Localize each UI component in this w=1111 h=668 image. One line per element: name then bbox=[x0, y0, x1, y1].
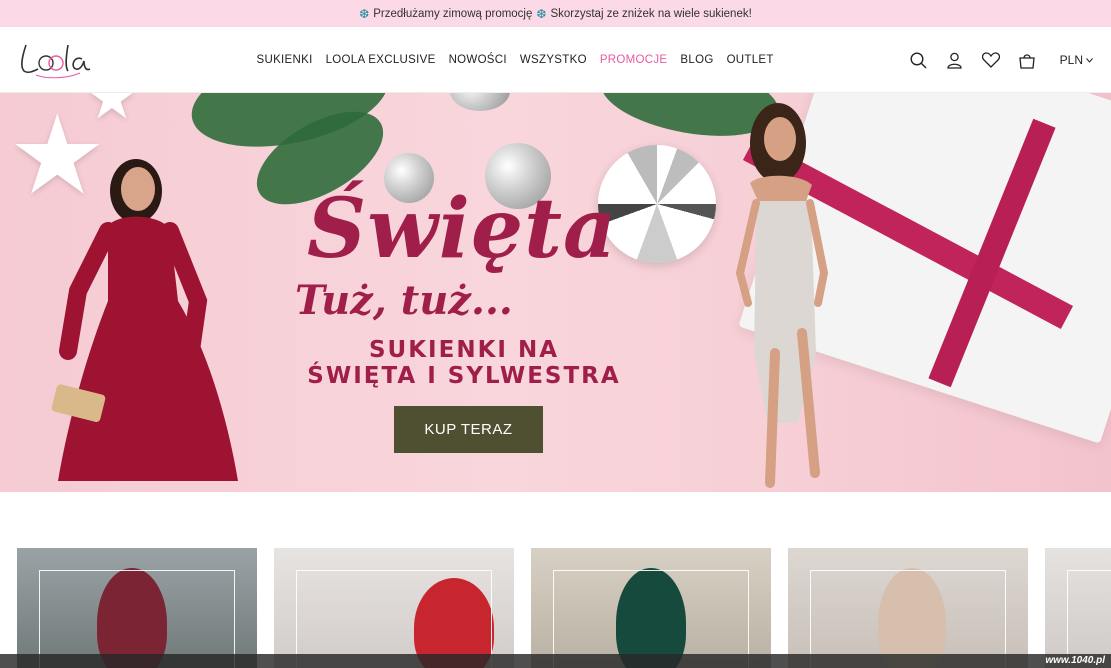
logo[interactable] bbox=[16, 37, 94, 81]
nav-promocje[interactable]: PROMOCJE bbox=[599, 54, 668, 66]
header-tools: PLN bbox=[910, 27, 1093, 93]
model-left-image bbox=[51, 159, 238, 481]
hero-tagline: SUKIENKI NA ŚWIĘTA I SYLWESTRA bbox=[0, 337, 928, 389]
ornament-ball bbox=[450, 93, 510, 111]
model-right-image bbox=[735, 103, 829, 488]
logo-mark bbox=[21, 44, 91, 79]
cart-icon[interactable] bbox=[1018, 51, 1036, 69]
nav-wszystko[interactable]: WSZYSTKO bbox=[519, 54, 587, 66]
currency-label: PLN bbox=[1059, 53, 1083, 67]
nav-loola-exclusive[interactable]: LOOLA EXCLUSIVE bbox=[325, 54, 436, 66]
hero-subtitle: Tuż, tuż... bbox=[295, 277, 513, 324]
nav-outlet[interactable]: OUTLET bbox=[726, 54, 774, 66]
buy-now-button[interactable]: KUP TERAZ bbox=[394, 406, 543, 453]
promo-text-2: Skorzystaj ze zniżek na wiele sukienek! bbox=[550, 7, 752, 20]
star-decoration: ★ bbox=[85, 93, 139, 131]
product-card[interactable] bbox=[788, 548, 1028, 668]
chevron-down-icon bbox=[1086, 57, 1093, 63]
product-card[interactable] bbox=[17, 548, 257, 668]
hero-tagline-line-2: ŚWIĘTA I SYLWESTRA bbox=[307, 363, 621, 389]
main-nav: SUKIENKI LOOLA EXCLUSIVE NOWOŚCI WSZYSTK… bbox=[256, 27, 774, 93]
hero-banner[interactable]: ★ ★ Święta Tuż, tuż... SUKIENKI NA ŚWIĘT… bbox=[0, 93, 1111, 492]
nav-nowosci[interactable]: NOWOŚCI bbox=[448, 54, 507, 66]
product-card[interactable] bbox=[531, 548, 771, 668]
currency-selector[interactable]: PLN bbox=[1060, 53, 1093, 67]
product-card[interactable] bbox=[1045, 548, 1111, 668]
user-icon[interactable] bbox=[946, 51, 964, 69]
site-header: SUKIENKI LOOLA EXCLUSIVE NOWOŚCI WSZYSTK… bbox=[0, 27, 1111, 93]
product-card[interactable] bbox=[274, 548, 514, 668]
search-icon[interactable] bbox=[910, 51, 928, 69]
watermark-bar bbox=[0, 654, 1111, 668]
promo-text-1: Przedłużamy zimową promocję bbox=[373, 7, 533, 20]
hero-title: Święta bbox=[307, 181, 618, 277]
product-row bbox=[17, 548, 1111, 668]
nav-sukienki[interactable]: SUKIENKI bbox=[256, 54, 313, 66]
heart-icon[interactable] bbox=[981, 51, 1000, 69]
snowflake-icon: ❆ bbox=[359, 6, 370, 21]
hero-tagline-line-1: SUKIENKI NA bbox=[368, 337, 560, 363]
snowflake-icon: ❆ bbox=[536, 6, 547, 21]
watermark: www.1040.pl bbox=[1045, 655, 1105, 666]
promo-bar: ❆ Przedłużamy zimową promocję ❆ Skorzyst… bbox=[0, 0, 1111, 27]
nav-blog[interactable]: BLOG bbox=[680, 54, 714, 66]
